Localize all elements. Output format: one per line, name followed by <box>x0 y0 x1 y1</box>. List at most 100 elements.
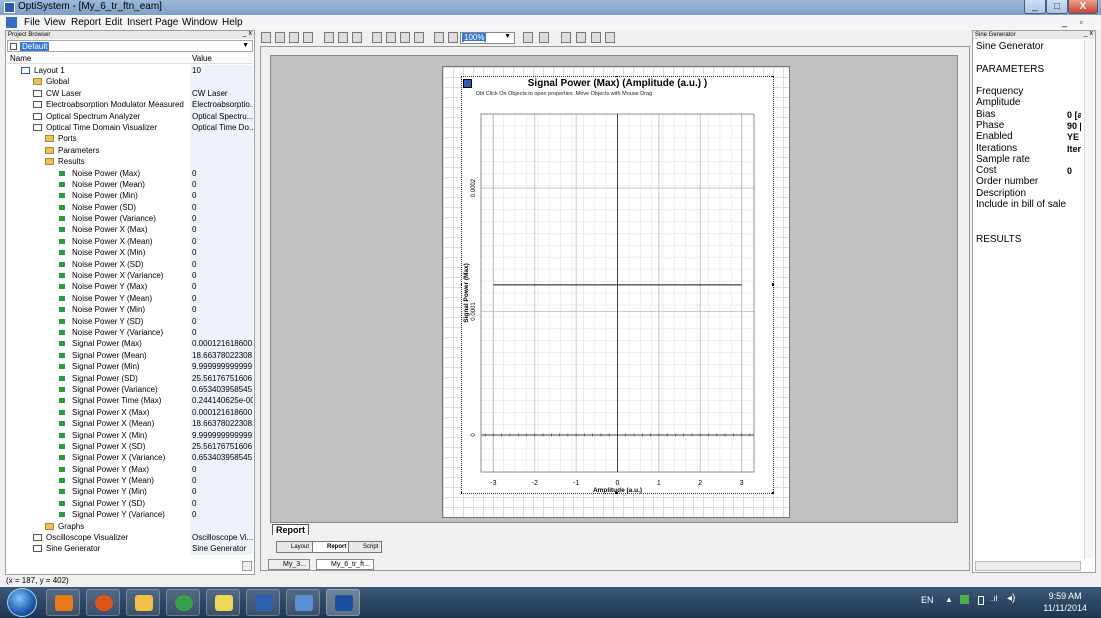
tree-row[interactable]: Optical Spectrum Analyzer Optical Spectru… <box>7 110 253 122</box>
tree-row[interactable]: Noise Power (Variance) 0 <box>7 213 253 225</box>
selection-handle[interactable] <box>461 76 462 77</box>
tree-row[interactable]: Noise Power (Max) 0 <box>7 167 253 179</box>
tree-row-value[interactable]: 0 <box>190 486 253 498</box>
tree-row-value[interactable]: 0.244140625e-009 <box>190 395 253 407</box>
tree-row[interactable]: Signal Power Y (Mean) 0 <box>7 475 253 487</box>
tab-layout[interactable]: Layout <box>276 541 314 553</box>
tree-row-value[interactable]: 0 <box>190 281 253 293</box>
hand-tool-icon[interactable] <box>523 32 533 43</box>
tree-row-value[interactable]: 0.000121618600... <box>190 406 253 419</box>
tree-row-value[interactable] <box>190 133 253 145</box>
print-icon[interactable] <box>324 32 334 43</box>
tree-row-value[interactable]: Optical Spectru... <box>190 110 253 122</box>
tree-row[interactable]: Noise Power Y (Min) 0 <box>7 304 253 316</box>
clock[interactable]: 9:59 AM 11/11/2014 <box>1043 590 1087 614</box>
tree-row-value[interactable]: 9.999999999999... <box>190 429 253 441</box>
zoom-in-icon[interactable] <box>434 32 444 43</box>
component-icon[interactable] <box>561 32 571 43</box>
menu-view[interactable]: View <box>44 17 66 28</box>
tree-row[interactable]: Signal Power X (Variance) 0.653403958545.… <box>7 452 253 464</box>
tree-row-value[interactable]: 18.66378022308... <box>190 418 253 430</box>
tree-row-value[interactable]: 18.66378022308... <box>190 349 253 362</box>
tree-row-value[interactable]: CW Laser <box>190 87 253 100</box>
tree-row-value[interactable]: 10 <box>190 65 253 77</box>
parameter-value[interactable]: 90 [ <box>1067 121 1081 131</box>
selection-handle[interactable] <box>461 492 462 494</box>
tree-row-value[interactable] <box>190 520 253 533</box>
tree-row[interactable]: Noise Power (Mean) 0 <box>7 178 253 191</box>
tree-row-value[interactable]: 0 <box>190 497 253 510</box>
close-button[interactable]: X <box>1068 0 1098 14</box>
selection-handle[interactable] <box>615 76 618 77</box>
tree-row-value[interactable]: 0 <box>190 190 253 202</box>
app-menu-icon[interactable] <box>6 17 17 28</box>
tree-row[interactable]: Noise Power X (Variance) 0 <box>7 270 253 282</box>
tree-row[interactable]: Parameters <box>7 144 253 157</box>
browser-options-icon[interactable] <box>242 561 252 571</box>
column-name[interactable]: Name <box>10 54 31 63</box>
project-selector[interactable]: Default ▼ <box>7 40 253 52</box>
tree-row-value[interactable]: 0 <box>190 178 253 191</box>
volume-icon[interactable]: ◂) <box>1007 593 1015 604</box>
properties-scrollbar[interactable] <box>1084 40 1094 559</box>
tree-row[interactable]: Noise Power (SD) 0 <box>7 201 253 214</box>
tree-row-value[interactable] <box>190 156 253 168</box>
open-icon[interactable] <box>275 32 285 43</box>
paste-icon[interactable] <box>400 32 410 43</box>
copy-icon[interactable] <box>386 32 396 43</box>
close-icon[interactable]: _ x <box>1084 30 1093 38</box>
tab-report-sub[interactable]: Report <box>312 541 351 553</box>
file-explorer-icon[interactable] <box>126 589 160 616</box>
app-tray-icon[interactable] <box>960 595 969 604</box>
tree-row[interactable]: Noise Power Y (SD) 0 <box>7 315 253 327</box>
zoom-out-icon[interactable] <box>448 32 458 43</box>
notepad-icon[interactable] <box>286 589 320 616</box>
tree-row[interactable]: Noise Power Y (Variance) 0 <box>7 326 253 339</box>
tree-row-value[interactable]: 25.56176751606... <box>190 372 253 384</box>
word-icon[interactable] <box>246 589 280 616</box>
tree-row[interactable]: Signal Power Y (Variance) 0 <box>7 509 253 521</box>
new-icon[interactable] <box>261 32 271 43</box>
tree-row-value[interactable]: 9.999999999999... <box>190 361 253 373</box>
tree-row[interactable]: Signal Power Y (SD) 0 <box>7 497 253 510</box>
tree-row[interactable]: Optical Time Domain Visualizer Optical Ti… <box>7 121 253 134</box>
zoom-select[interactable]: 100% ▼ <box>460 32 515 44</box>
tree-row[interactable]: Signal Power (Max) 0.000121618600... <box>7 338 253 350</box>
tree-row[interactable]: Signal Power (Min) 9.999999999999... <box>7 361 253 373</box>
tree-row[interactable]: Signal Power X (SD) 25.56176751606... <box>7 440 253 453</box>
tree-row[interactable]: Ports <box>7 133 253 145</box>
tree-row[interactable]: Global <box>7 76 253 88</box>
doc-tab-1[interactable]: My_3... <box>268 559 310 570</box>
parameter-value[interactable]: YE <box>1067 132 1081 142</box>
export-icon[interactable] <box>352 32 362 43</box>
tree-row[interactable]: Noise Power X (Mean) 0 <box>7 235 253 248</box>
tree-row-value[interactable]: 0 <box>190 475 253 487</box>
properties-hscrollbar[interactable] <box>975 561 1081 571</box>
media-player-icon[interactable] <box>46 589 80 616</box>
tree-row-value[interactable]: 0 <box>190 270 253 282</box>
selection-handle[interactable] <box>772 492 774 494</box>
tree-row[interactable]: Signal Power Y (Max) 0 <box>7 463 253 476</box>
menu-insert[interactable]: Insert <box>127 17 152 28</box>
graph-icon[interactable] <box>591 32 601 43</box>
battery-icon[interactable] <box>978 596 984 605</box>
tree-row-value[interactable]: 0.653403958545... <box>190 383 253 396</box>
menu-window[interactable]: Window <box>182 17 218 28</box>
start-button[interactable] <box>7 588 37 617</box>
tree-row[interactable]: Signal Power X (Min) 9.999999999999... <box>7 429 253 441</box>
tree-row-value[interactable]: 0 <box>190 224 253 236</box>
tree-row[interactable]: Oscilloscope Visualizer Oscilloscope Vi..… <box>7 532 253 544</box>
maximize-button[interactable]: □ <box>1046 0 1068 14</box>
tree-row-value[interactable]: 0 <box>190 463 253 476</box>
chart-plot[interactable]: -3 -2 -1 0 1 2 300.00010.0002Amplitude (a.u.)S… <box>461 76 774 494</box>
tree-row-value[interactable]: 0 <box>190 304 253 316</box>
tab-script[interactable]: Script <box>348 541 383 553</box>
tree-row-value[interactable]: Optical Time Do... <box>190 121 253 134</box>
tree-row[interactable]: Noise Power X (SD) 0 <box>7 258 253 271</box>
tree-row[interactable]: Noise Power X (Min) 0 <box>7 247 253 259</box>
tree-row-value[interactable]: 0 <box>190 509 253 521</box>
save-as-icon[interactable] <box>303 32 313 43</box>
tree-row-value[interactable]: 0 <box>190 292 253 305</box>
selection-handle[interactable] <box>461 283 462 286</box>
tree-row-value[interactable]: Electroabsorptio... <box>190 99 253 111</box>
